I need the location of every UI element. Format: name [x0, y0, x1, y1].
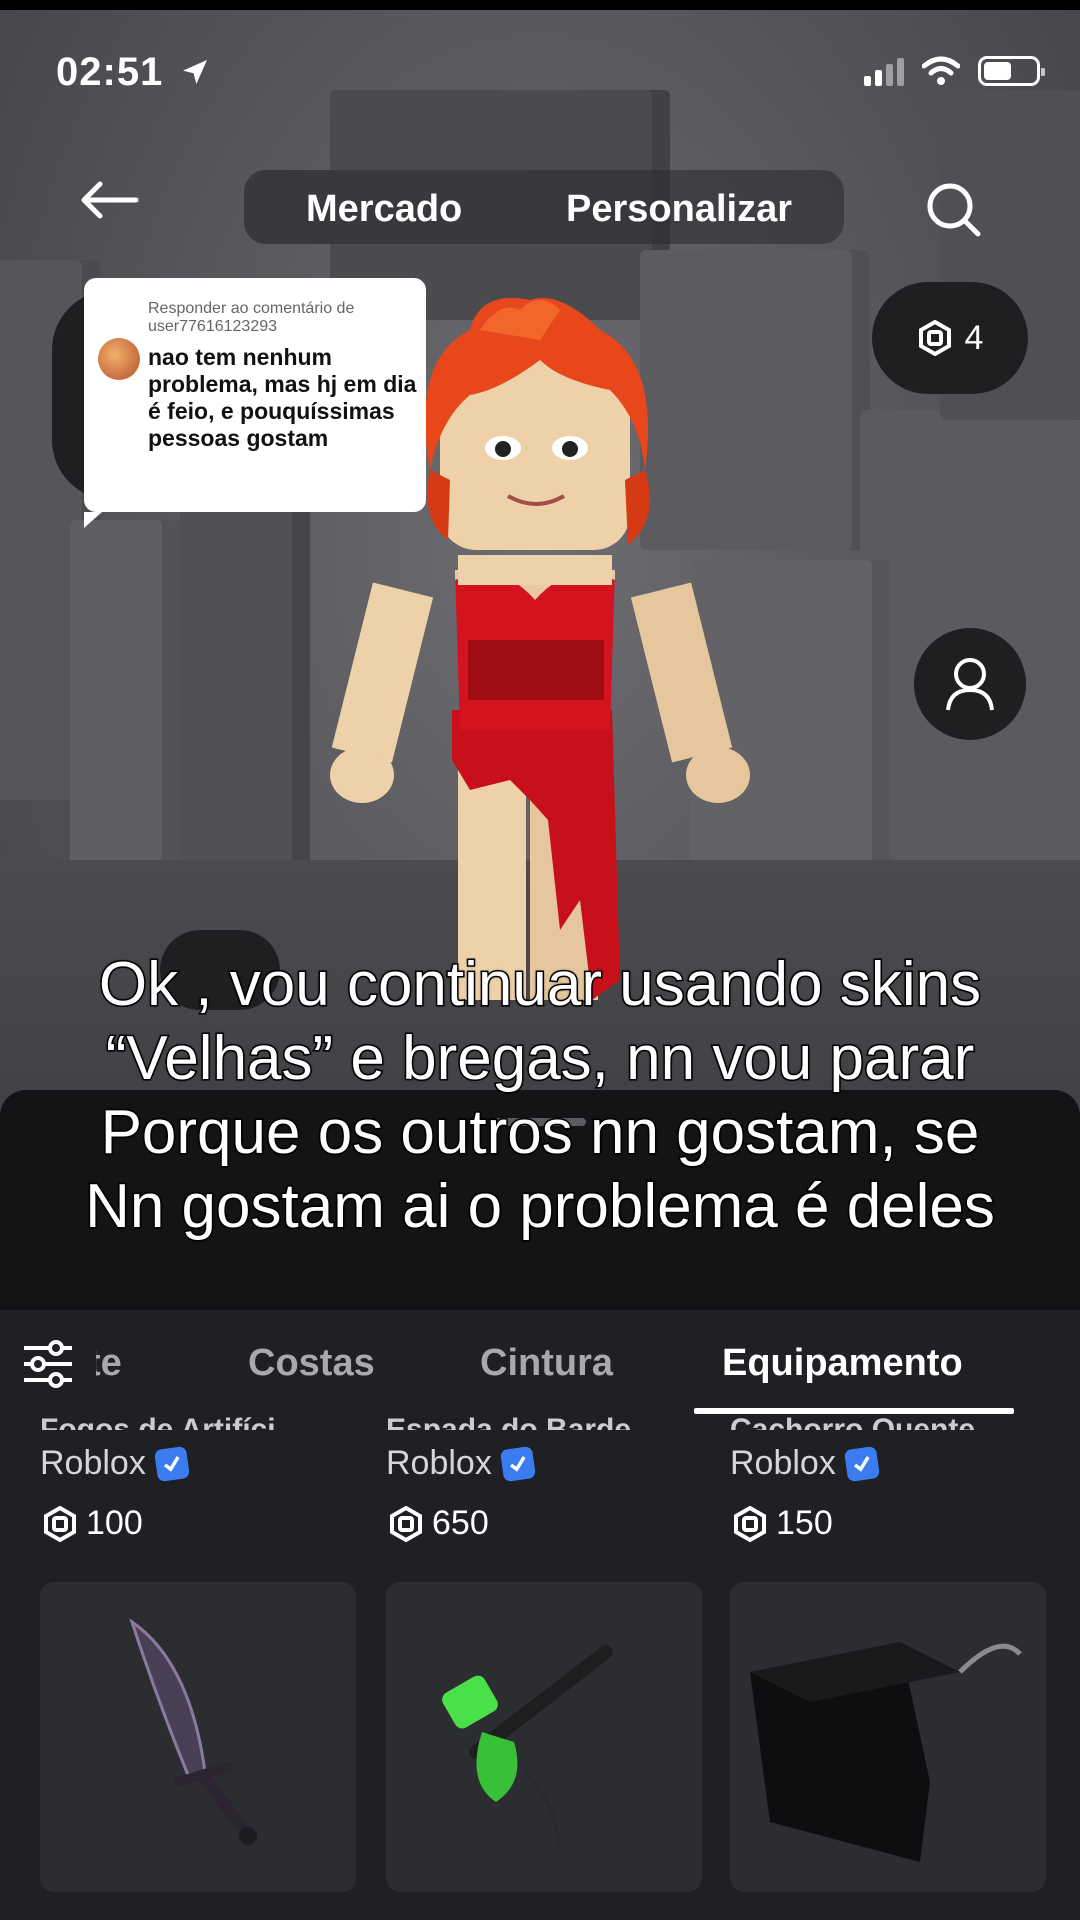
item-card[interactable] — [730, 1582, 1046, 1892]
video-caption: Ok , vou continuar usando skins “Velhas”… — [0, 948, 1080, 1244]
person-outline-icon — [946, 658, 994, 711]
item-price: 650 — [388, 1504, 489, 1543]
price-value: 150 — [776, 1504, 833, 1542]
item-name[interactable]: Espada do Barde... — [386, 1400, 702, 1430]
sword-icon — [129, 1618, 257, 1845]
item-creator[interactable]: Roblox — [40, 1444, 190, 1483]
caption-line: Nn gostam ai o problema é deles — [84, 1171, 997, 1243]
caption-line: “Velhas” e bregas, nn vou parar — [104, 1023, 976, 1095]
location-arrow-icon — [183, 60, 208, 84]
price-value: 100 — [86, 1504, 143, 1542]
item-creator[interactable]: Roblox — [386, 1444, 536, 1483]
robux-icon — [44, 1505, 76, 1542]
robux-balance-button[interactable]: 4 — [872, 282, 1028, 394]
creator-name: Roblox — [730, 1444, 836, 1482]
robux-icon — [734, 1505, 766, 1542]
blaster-icon — [442, 1645, 613, 1853]
verified-badge-icon — [499, 1445, 536, 1482]
tab-cintura[interactable]: Cintura — [480, 1342, 613, 1385]
comment-text: nao tem nenhum problema, mas hj em dia é… — [148, 344, 417, 451]
status-icons — [864, 56, 1045, 86]
item-card[interactable] — [386, 1582, 702, 1892]
verified-badge-icon — [843, 1445, 880, 1482]
tab-mercado-label[interactable]: Mercado — [306, 188, 462, 231]
tab-costas[interactable]: Costas — [248, 1342, 375, 1385]
status-time: 02:51 — [56, 50, 211, 95]
item-creator[interactable]: Roblox — [730, 1444, 880, 1483]
reply-comment-bubble: Responder ao comentário de user776161232… — [84, 278, 426, 528]
item-name[interactable]: Fogos de Artifíci... — [40, 1400, 356, 1430]
item-card[interactable] — [40, 1582, 356, 1892]
item-name[interactable]: Cachorro Quente — [730, 1400, 1046, 1430]
item-price: 150 — [732, 1504, 833, 1543]
robux-icon — [918, 320, 951, 356]
robux-balance: 4 — [964, 318, 984, 357]
item-price: 100 — [42, 1504, 143, 1543]
search-icon[interactable] — [924, 180, 984, 240]
robux-icon — [390, 1505, 422, 1542]
tab-equipamento[interactable]: Equipamento — [722, 1342, 963, 1385]
creator-name: Roblox — [386, 1444, 492, 1482]
battery-icon — [978, 56, 1045, 86]
header-segmented-control: Mercado Personalizar — [244, 170, 844, 244]
cellular-signal-icon — [864, 56, 904, 86]
creator-name: Roblox — [40, 1444, 146, 1482]
box-hat-icon — [750, 1642, 1022, 1862]
avatar-body-button[interactable] — [914, 628, 1026, 740]
back-arrow-icon[interactable] — [78, 180, 140, 220]
filter-button[interactable] — [0, 1316, 96, 1412]
wifi-icon — [922, 56, 960, 85]
sliders-icon — [24, 1340, 72, 1388]
commenter-avatar — [98, 338, 140, 380]
reply-label: Responder ao comentário de user776161232… — [148, 300, 355, 335]
caption-line: Ok , vou continuar usando skins — [97, 949, 982, 1021]
price-value: 650 — [432, 1504, 489, 1542]
caption-line: Porque os outros nn gostam, se — [99, 1097, 981, 1169]
tab-personalizar[interactable]: Personalizar — [566, 188, 792, 231]
verified-badge-icon — [153, 1445, 190, 1482]
